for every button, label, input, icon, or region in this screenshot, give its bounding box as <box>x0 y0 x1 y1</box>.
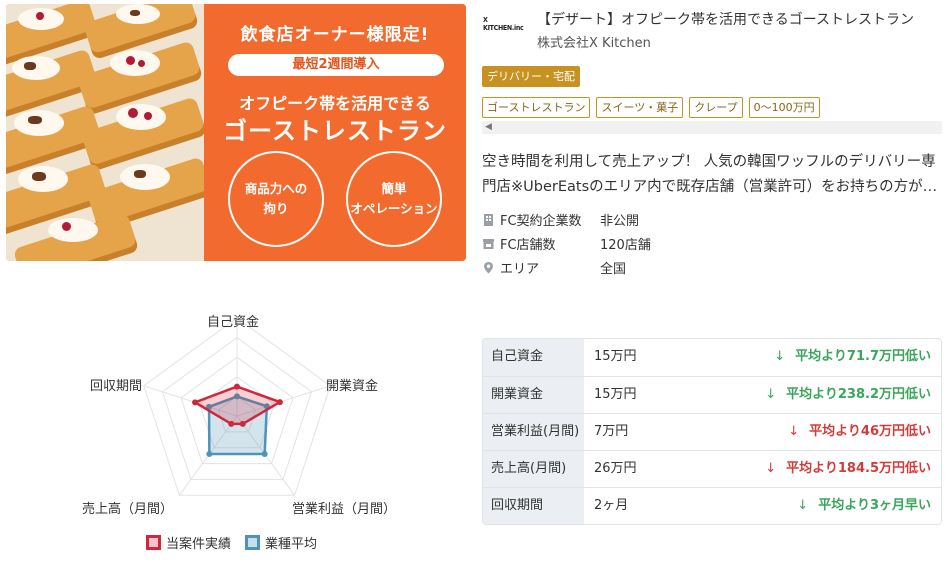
radar-point <box>263 403 270 410</box>
radar-spoke <box>178 415 238 496</box>
info-row-area: エリア 全国 <box>482 258 626 277</box>
row-diff: ↓ 平均より3ヶ月早い <box>694 488 941 524</box>
info-label: エリア <box>500 262 540 277</box>
radar-spoke <box>236 385 331 417</box>
banner-feature-circle: 簡単 オペレーション <box>346 151 442 247</box>
radar-axis-label: 自己資金 <box>207 315 260 330</box>
radar-point <box>192 399 199 406</box>
diff-text: 平均より71.7万円低い <box>795 349 931 364</box>
comparison-table: 自己資金 15万円 ↓ 平均より71.7万円低い 開業資金 15万円 ↓ 平均より2… <box>482 338 942 525</box>
radar-axis-label: 開業資金 <box>326 379 379 394</box>
diff-text: 平均より238.2万円低い <box>786 387 931 402</box>
table-row: 営業利益(月間) 7万円 ↓ 平均より46万円低い <box>483 413 941 450</box>
radar-series-case <box>192 385 283 426</box>
banner-text-panel: 飲食店オーナー様限定! 最短2週間導入 オフピーク帯を活用できる ゴーストレスト… <box>204 4 466 261</box>
legend-label: 業種平均 <box>265 537 318 552</box>
row-value: 15万円 <box>594 387 637 402</box>
diff-text: 平均より184.5万円低い <box>786 461 931 476</box>
radar-legend: 当案件実績 業種平均 <box>146 533 317 552</box>
info-value: 全国 <box>600 262 627 277</box>
listing-title[interactable]: 【デザート】オフピーク帯を活用できるゴーストレストラン <box>537 9 914 29</box>
tag[interactable]: 0～100万円 <box>748 97 820 118</box>
info-label: FC店舗数 <box>500 238 556 253</box>
tag-scrollbar[interactable]: ◀ <box>482 121 942 134</box>
table-row: 売上高(月間) 26万円 ↓ 平均より184.5万円低い <box>483 450 941 487</box>
row-label: 回収期間 <box>483 488 584 524</box>
info-row-store-count: FC店舗数 120店舗 <box>482 234 651 253</box>
radar-point <box>206 451 213 458</box>
tag-list: ゴーストレストラン スイーツ・菓子 クレープ 0～100万円 <box>482 97 820 118</box>
radar-spoke <box>236 415 296 496</box>
radar-axis-label: 売上高（月間） <box>82 502 174 517</box>
map-pin-icon <box>482 261 495 274</box>
info-row-fc-companies: FC契約企業数 非公開 <box>482 210 639 229</box>
tag[interactable]: スイーツ・菓子 <box>596 97 684 118</box>
table-row: 回収期間 2ヶ月 ↓ 平均より3ヶ月早い <box>483 487 941 524</box>
row-diff: ↓ 平均より184.5万円低い <box>694 451 941 487</box>
radar-axis-label: 回収期間 <box>90 379 143 394</box>
radar-grid-ring <box>161 336 313 480</box>
company-name: 株式会社X Kitchen <box>537 36 651 51</box>
tag[interactable]: クレープ <box>689 97 743 118</box>
radar-grid-ring <box>180 356 294 465</box>
legend-swatch <box>146 535 161 550</box>
banner-title: ゴーストレストラン <box>223 117 447 145</box>
info-label: FC契約企業数 <box>500 214 582 229</box>
row-value: 26万円 <box>594 461 637 476</box>
row-label: 開業資金 <box>483 377 584 413</box>
row-value: 7万円 <box>594 424 629 439</box>
down-arrow-icon: ↓ <box>774 349 786 364</box>
row-label: 自己資金 <box>483 339 584 376</box>
radar-point <box>239 420 246 427</box>
table-row: 開業資金 15万円 ↓ 平均より238.2万円低い <box>483 376 941 413</box>
banner-feature-circle: 商品力への 拘り <box>228 151 324 247</box>
category-badge: デリバリー・宅配 <box>482 66 580 87</box>
row-label: 営業利益(月間) <box>483 414 584 450</box>
waffle-photo <box>6 4 204 261</box>
radar-point <box>206 403 213 410</box>
radar-point <box>261 451 268 458</box>
diff-text: 平均より3ヶ月早い <box>818 498 931 513</box>
row-label: 売上高(月間) <box>483 451 584 487</box>
info-value: 120店舗 <box>600 238 651 253</box>
row-value: 2ヶ月 <box>594 498 629 513</box>
legend-item-average[interactable]: 業種平均 <box>245 533 317 552</box>
banner-pill: 最短2週間導入 <box>228 54 444 76</box>
down-arrow-icon: ↓ <box>765 387 777 402</box>
row-diff: ↓ 平均より238.2万円低い <box>694 377 941 413</box>
info-value: 非公開 <box>600 214 640 229</box>
row-diff: ↓ 平均より71.7万円低い <box>694 339 941 376</box>
diff-text: 平均より46万円低い <box>809 424 931 439</box>
franchise-banner[interactable]: 飲食店オーナー様限定! 最短2週間導入 オフピーク帯を活用できる ゴーストレスト… <box>6 4 466 261</box>
legend-label: 当案件実績 <box>166 537 232 552</box>
building-icon <box>482 213 495 226</box>
legend-item-case[interactable]: 当案件実績 <box>146 533 231 552</box>
radar-grid-ring <box>199 376 275 449</box>
listing-description: 空き時間を利用して売上アップ！ 人気の韓国ワッフルのデリバリー専門店※UberE… <box>482 154 938 195</box>
radar-point <box>228 420 235 427</box>
row-value: 15万円 <box>594 349 637 364</box>
radar-spoke <box>143 385 238 417</box>
radar-grid-ring <box>217 395 257 433</box>
scroll-left-icon[interactable]: ◀ <box>485 121 492 134</box>
row-diff: ↓ 平均より46万円低い <box>694 414 941 450</box>
down-arrow-icon: ↓ <box>797 498 809 513</box>
down-arrow-icon: ↓ <box>765 461 777 476</box>
down-arrow-icon: ↓ <box>788 424 800 439</box>
radar-grid-ring <box>143 317 331 496</box>
tag[interactable]: ゴーストレストラン <box>482 97 591 118</box>
store-icon <box>482 237 495 250</box>
banner-headline: 飲食店オーナー様限定! <box>240 25 430 45</box>
radar-point <box>234 393 240 400</box>
radar-axis-label: 営業利益（月間） <box>292 502 397 517</box>
radar-point <box>234 383 240 390</box>
company-logo: X KITCHEN.inc <box>483 16 524 32</box>
radar-series-average <box>207 395 269 456</box>
table-row: 自己資金 15万円 ↓ 平均より71.7万円低い <box>483 339 941 376</box>
legend-swatch <box>245 535 261 550</box>
radar-point <box>276 399 283 406</box>
